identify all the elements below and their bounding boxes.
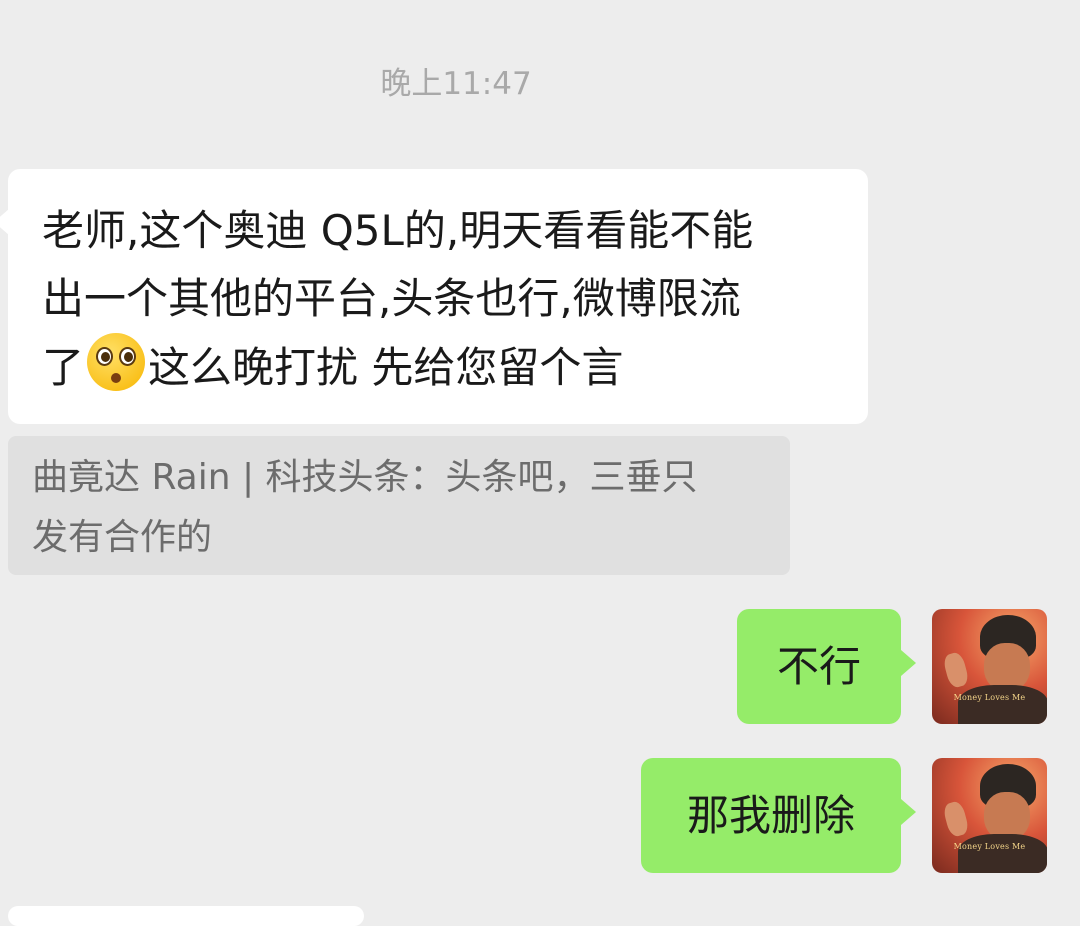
message-text-line: 出一个其他的平台,头条也行,微博限流: [42, 274, 741, 323]
outgoing-message-bubble[interactable]: 不行: [737, 609, 916, 724]
message-text-line: 老师,这个奥迪 Q5L的,明天看看能不能: [42, 206, 754, 255]
quoted-reply-block[interactable]: 曲竟达 Rain | 科技头条：头条吧，三垂只 发有合作的: [8, 436, 790, 575]
partial-incoming-message-bubble[interactable]: [8, 906, 364, 926]
pleading-face-emoji-icon: [87, 333, 146, 391]
message-text-line: 了 这么晚打扰 先给您留个言: [42, 333, 838, 402]
user-avatar[interactable]: Money Loves Me: [932, 609, 1047, 724]
incoming-message-bubble[interactable]: 老师,这个奥迪 Q5L的,明天看看能不能 出一个其他的平台,头条也行,微博限流 …: [0, 169, 868, 424]
avatar-face-shape: [984, 792, 1030, 840]
quote-text-line: 发有合作的: [32, 517, 213, 558]
message-text-segment: 了: [42, 343, 85, 392]
avatar-body-shape: [958, 685, 1047, 724]
avatar-caption: Money Loves Me: [953, 693, 1026, 702]
avatar-hand-shape: [941, 650, 971, 690]
message-text: 那我删除: [686, 791, 855, 840]
avatar-caption: Money Loves Me: [953, 842, 1026, 851]
message-text: 不行: [776, 642, 861, 691]
avatar-face-shape: [984, 643, 1030, 691]
message-timestamp: 晚上11:47: [380, 66, 532, 102]
user-avatar[interactable]: Money Loves Me: [932, 758, 1047, 873]
outgoing-message-bubble[interactable]: 那我删除: [641, 758, 916, 873]
quote-text-line: 曲竟达 Rain | 科技头条：头条吧，三垂只: [32, 457, 698, 498]
message-text-segment: 这么晚打扰 先给您留个言: [148, 343, 624, 392]
avatar-body-shape: [958, 834, 1047, 873]
avatar-hand-shape: [941, 799, 971, 839]
